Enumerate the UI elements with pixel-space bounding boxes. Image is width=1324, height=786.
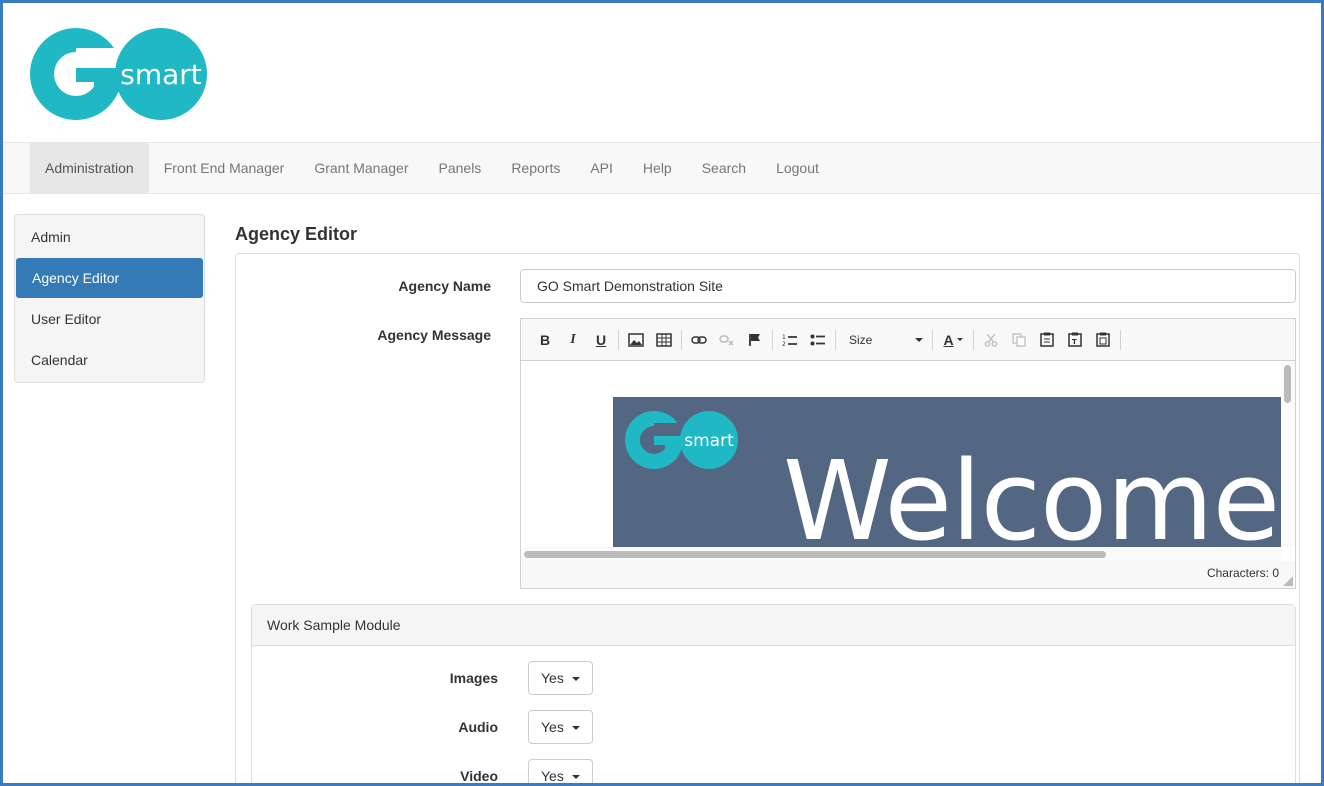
nav-item-panels[interactable]: Panels	[424, 143, 497, 193]
paste-text-icon: T	[1068, 332, 1082, 347]
toolbar-separator	[681, 329, 682, 350]
toolbar-separator	[835, 329, 836, 350]
copy-button[interactable]	[1005, 327, 1033, 353]
nav-item-help[interactable]: Help	[628, 143, 687, 193]
scissors-icon	[984, 333, 998, 347]
audio-select[interactable]: Yes	[528, 710, 593, 744]
nav-item-search[interactable]: Search	[687, 143, 761, 193]
welcome-banner-image: smart Welcome	[613, 397, 1281, 547]
paste-button[interactable]	[1033, 327, 1061, 353]
image-button[interactable]	[622, 327, 650, 353]
rich-text-editor: B I U 1 2 Size A T smart Welcome Charact…	[520, 318, 1296, 589]
unlink-icon	[719, 334, 734, 346]
font-size-label: Size	[849, 332, 873, 347]
editor-toolbar: B I U 1 2 Size A T	[521, 319, 1295, 361]
toolbar-separator	[932, 329, 933, 350]
font-size-select[interactable]: Size	[839, 327, 929, 353]
page-title: Agency Editor	[235, 224, 358, 244]
sidebar-item-agency-editor[interactable]: Agency Editor	[16, 258, 203, 298]
main-navbar: Administration Front End Manager Grant M…	[3, 142, 1321, 194]
chevron-down-icon	[571, 775, 580, 780]
work-sample-panel: Work Sample Module Images Yes Audio Yes …	[251, 604, 1296, 784]
go-smart-logo[interactable]: smart	[30, 28, 210, 120]
link-button[interactable]	[685, 327, 713, 353]
unlink-button[interactable]	[713, 327, 741, 353]
header: smart	[3, 3, 1321, 143]
sidebar-item-user-editor[interactable]: User Editor	[15, 299, 204, 339]
sidebar-item-calendar[interactable]: Calendar	[15, 340, 204, 380]
bold-button[interactable]: B	[531, 327, 559, 353]
image-icon	[628, 332, 644, 347]
numbered-list-button[interactable]: 12	[776, 327, 804, 353]
paste-word-icon	[1096, 332, 1110, 347]
toolbar-separator	[618, 329, 619, 350]
audio-select-value: Yes	[541, 719, 564, 735]
bullet-list-button[interactable]	[804, 327, 832, 353]
welcome-text: Welcome	[783, 437, 1280, 547]
underline-button[interactable]: U	[587, 327, 615, 353]
nav-item-administration[interactable]: Administration	[30, 143, 149, 193]
copy-icon	[1012, 332, 1026, 347]
anchor-button[interactable]	[741, 327, 769, 353]
flag-icon	[749, 333, 760, 346]
toolbar-separator	[973, 329, 974, 350]
scrollbar-thumb[interactable]	[524, 551, 1106, 558]
editor-content-area[interactable]: smart Welcome	[521, 361, 1295, 561]
video-label: Video	[460, 768, 498, 784]
nav-item-logout[interactable]: Logout	[761, 143, 834, 193]
agency-message-label: Agency Message	[377, 327, 491, 343]
cut-button[interactable]	[977, 327, 1005, 353]
sidebar-item-admin[interactable]: Admin	[15, 217, 204, 257]
paste-text-button[interactable]: T	[1061, 327, 1089, 353]
svg-text:2: 2	[782, 341, 786, 347]
toolbar-separator	[1120, 329, 1121, 350]
horizontal-scrollbar[interactable]	[521, 547, 1281, 561]
clipboard-icon	[1040, 332, 1054, 347]
numbered-list-icon: 12	[782, 334, 797, 347]
sidebar: Admin Agency Editor User Editor Calendar	[14, 214, 205, 383]
work-sample-panel-title: Work Sample Module	[252, 605, 1295, 646]
svg-text:smart: smart	[684, 431, 734, 451]
nav-item-front-end-manager[interactable]: Front End Manager	[149, 143, 300, 193]
agency-name-label: Agency Name	[398, 278, 491, 294]
agency-form-panel: Agency Name GO Smart Demonstration Site …	[235, 253, 1300, 784]
table-button[interactable]	[650, 327, 678, 353]
resize-handle-icon[interactable]	[1283, 576, 1293, 586]
video-select[interactable]: Yes	[528, 759, 593, 784]
svg-text:smart: smart	[120, 58, 202, 91]
svg-text:T: T	[1072, 338, 1077, 346]
table-icon	[656, 332, 672, 347]
text-color-button[interactable]: A	[936, 327, 970, 353]
editor-statusbar: Characters: 0	[521, 560, 1295, 588]
chevron-down-icon	[571, 677, 580, 682]
chevron-down-icon	[915, 337, 923, 342]
chevron-down-icon	[956, 338, 963, 341]
link-icon	[691, 335, 707, 344]
character-count: Characters: 0	[1206, 566, 1279, 580]
nav-item-reports[interactable]: Reports	[496, 143, 575, 193]
images-select-value: Yes	[541, 670, 564, 686]
svg-text:1: 1	[782, 334, 786, 341]
images-select[interactable]: Yes	[528, 661, 593, 695]
app-window: smart Administration Front End Manager G…	[0, 0, 1324, 786]
chevron-down-icon	[571, 726, 580, 731]
nav-item-grant-manager[interactable]: Grant Manager	[299, 143, 423, 193]
bullet-list-icon	[810, 334, 825, 345]
agency-name-input[interactable]: GO Smart Demonstration Site	[520, 269, 1296, 303]
images-label: Images	[449, 670, 498, 686]
video-select-value: Yes	[541, 768, 564, 784]
paste-word-button[interactable]	[1089, 327, 1117, 353]
nav-item-api[interactable]: API	[575, 143, 628, 193]
audio-label: Audio	[458, 719, 498, 735]
go-smart-banner-logo: smart	[625, 411, 738, 469]
scrollbar-thumb[interactable]	[1284, 365, 1291, 403]
text-color-icon: A	[943, 331, 954, 348]
italic-button[interactable]: I	[559, 327, 587, 353]
vertical-scrollbar[interactable]	[1281, 361, 1295, 547]
toolbar-separator	[772, 329, 773, 350]
